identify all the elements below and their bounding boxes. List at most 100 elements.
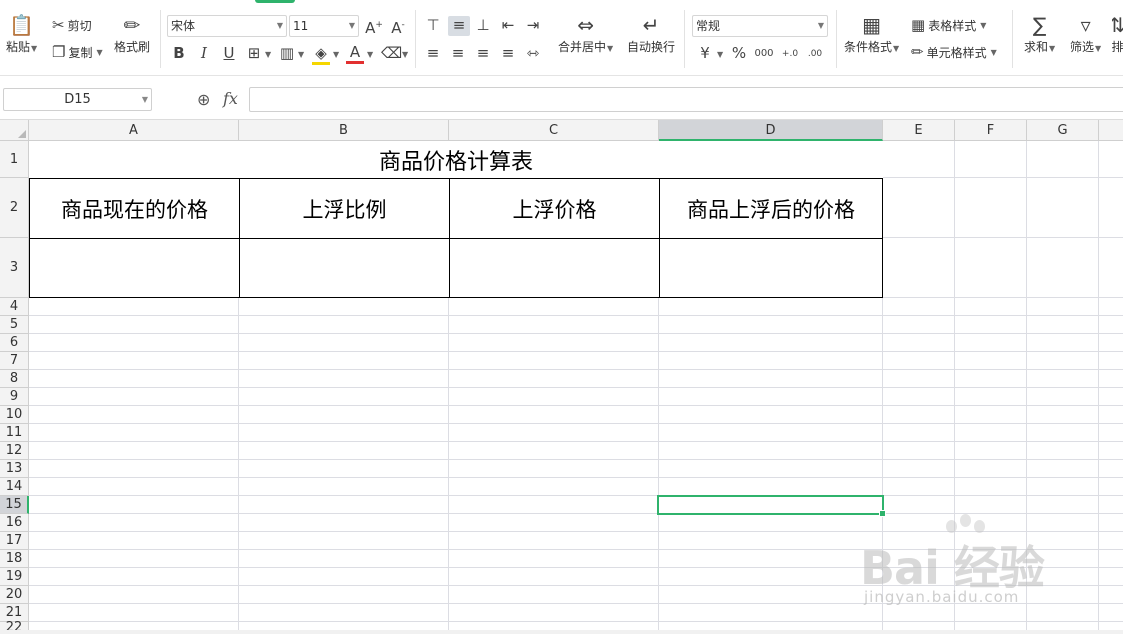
distribute-icon[interactable]: ⇿ bbox=[524, 44, 542, 62]
increase-font-icon[interactable]: A+ bbox=[365, 16, 383, 37]
chevron-down-icon[interactable]: ▼ bbox=[402, 50, 408, 59]
active-cell-d15[interactable] bbox=[657, 495, 886, 517]
header-cell-d2[interactable]: 商品上浮后的价格 bbox=[659, 178, 883, 239]
font-name-select[interactable]: 宋体 ▼ bbox=[167, 15, 287, 37]
font-color-icon[interactable]: A bbox=[346, 43, 364, 64]
fill-pattern-icon[interactable]: ▥ bbox=[278, 44, 296, 62]
column-header-g[interactable]: G bbox=[1027, 120, 1099, 141]
align-right-icon[interactable]: ≡ bbox=[474, 44, 492, 62]
number-format-select[interactable]: 常规 ▼ bbox=[692, 15, 828, 37]
fill-color-icon[interactable]: ◈ bbox=[312, 44, 330, 65]
column-header-d[interactable]: D bbox=[659, 120, 883, 141]
currency-button[interactable]: ¥ bbox=[696, 44, 714, 62]
increase-indent-icon[interactable]: ⇥ bbox=[524, 16, 542, 34]
merge-center-label: 合并居中 bbox=[558, 40, 607, 54]
decrease-font-icon[interactable]: A- bbox=[389, 16, 407, 37]
copy-button[interactable]: ❐ 复制 ▼ bbox=[52, 44, 103, 61]
row-header-16[interactable]: 16 bbox=[0, 514, 29, 532]
cut-button[interactable]: ✂ 剪切 bbox=[52, 17, 92, 34]
row-header-11[interactable]: 11 bbox=[0, 424, 29, 442]
chevron-down-icon[interactable]: ▼ bbox=[333, 50, 339, 59]
row-header-13[interactable]: 13 bbox=[0, 460, 29, 478]
row-header-7[interactable]: 7 bbox=[0, 352, 29, 370]
column-header-f[interactable]: F bbox=[955, 120, 1027, 141]
column-header-b[interactable]: B bbox=[239, 120, 449, 141]
column-header-e[interactable]: E bbox=[883, 120, 955, 141]
merge-center-button[interactable]: ⇔ 合并居中▼ bbox=[558, 12, 613, 55]
underline-button[interactable]: U bbox=[220, 44, 238, 62]
zoom-icon[interactable]: ⊕ bbox=[197, 90, 210, 109]
data-cell-a3[interactable] bbox=[29, 238, 240, 298]
sum-button[interactable]: ∑ 求和▼ bbox=[1024, 12, 1055, 55]
chevron-down-icon[interactable]: ▼ bbox=[717, 50, 723, 59]
data-cell-b3[interactable] bbox=[239, 238, 450, 298]
borders-icon[interactable]: ⊞ bbox=[245, 44, 263, 62]
row-gridline bbox=[29, 333, 1123, 334]
italic-button[interactable]: I bbox=[195, 44, 213, 62]
row-header-14[interactable]: 14 bbox=[0, 478, 29, 496]
row-gridline bbox=[29, 405, 1123, 406]
row-header-9[interactable]: 9 bbox=[0, 388, 29, 406]
sort-button[interactable]: ⇅ 排 bbox=[1112, 12, 1123, 55]
align-bottom-icon[interactable]: ⊥ bbox=[474, 16, 492, 34]
bold-button[interactable]: B bbox=[170, 44, 188, 62]
data-cell-d3[interactable] bbox=[659, 238, 883, 298]
eraser-icon[interactable]: ⌫ bbox=[381, 44, 402, 62]
align-center-icon[interactable]: ≡ bbox=[449, 44, 467, 62]
row-header-1[interactable]: 1 bbox=[0, 141, 29, 178]
copy-label: 复制 bbox=[68, 46, 93, 60]
align-middle-icon[interactable]: ≡ bbox=[448, 16, 470, 36]
row-header-6[interactable]: 6 bbox=[0, 334, 29, 352]
chevron-down-icon[interactable]: ▼ bbox=[298, 50, 304, 59]
brush-icon: ✏ bbox=[123, 13, 141, 37]
chevron-down-icon[interactable]: ▼ bbox=[367, 50, 373, 59]
row-header-12[interactable]: 12 bbox=[0, 442, 29, 460]
copy-icon: ❐ bbox=[52, 43, 66, 61]
column-header-h[interactable] bbox=[1099, 120, 1123, 141]
conditional-format-button[interactable]: ▦ 条件格式▼ bbox=[844, 12, 899, 55]
row-header-19[interactable]: 19 bbox=[0, 568, 29, 586]
select-all-corner[interactable] bbox=[0, 120, 29, 141]
wrap-text-button[interactable]: ↵ 自动换行 bbox=[627, 12, 675, 55]
format-painter-button[interactable]: ✏ 格式刷 bbox=[114, 12, 150, 55]
chevron-down-icon[interactable]: ▼ bbox=[142, 89, 148, 110]
formula-input[interactable] bbox=[249, 87, 1123, 112]
row-header-3[interactable]: 3 bbox=[0, 238, 29, 298]
cell-style-button[interactable]: ✏ 单元格样式 ▼ bbox=[911, 44, 997, 61]
column-header-c[interactable]: C bbox=[449, 120, 659, 141]
table-style-button[interactable]: ▦ 表格样式 ▼ bbox=[911, 17, 986, 34]
filter-button[interactable]: ▿ 筛选▼ bbox=[1070, 12, 1101, 55]
active-tab-indicator bbox=[255, 0, 295, 3]
thousands-separator-button[interactable]: 000 bbox=[752, 45, 776, 63]
column-header-a[interactable]: A bbox=[29, 120, 239, 141]
decrease-indent-icon[interactable]: ⇤ bbox=[499, 16, 517, 34]
row-gridline bbox=[29, 369, 1123, 370]
name-box[interactable]: D15 ▼ bbox=[3, 88, 152, 111]
paste-button[interactable]: 📋 粘贴▼ bbox=[6, 12, 37, 55]
row-header-20[interactable]: 20 bbox=[0, 586, 29, 604]
header-cell-b2[interactable]: 上浮比例 bbox=[239, 178, 450, 239]
increase-decimal-button[interactable]: +.0 bbox=[779, 45, 801, 63]
row-header-5[interactable]: 5 bbox=[0, 316, 29, 334]
chevron-down-icon[interactable]: ▼ bbox=[265, 50, 271, 59]
row-header-2[interactable]: 2 bbox=[0, 178, 29, 238]
align-top-icon[interactable]: ⊤ bbox=[424, 16, 442, 34]
percent-button[interactable]: % bbox=[730, 44, 748, 62]
spreadsheet-grid[interactable]: A B C D E F G 1 2 3 4 5 6 7 8 9 10 11 12 13 14 15 16 17 1… bbox=[0, 120, 1123, 634]
data-cell-c3[interactable] bbox=[449, 238, 660, 298]
horizontal-scrollbar[interactable] bbox=[0, 630, 1123, 634]
fx-icon[interactable]: fx bbox=[223, 89, 238, 108]
header-cell-a2[interactable]: 商品现在的价格 bbox=[29, 178, 240, 239]
row-header-18[interactable]: 18 bbox=[0, 550, 29, 568]
row-header-4[interactable]: 4 bbox=[0, 298, 29, 316]
justify-icon[interactable]: ≡ bbox=[499, 44, 517, 62]
row-header-8[interactable]: 8 bbox=[0, 370, 29, 388]
row-header-15[interactable]: 15 bbox=[0, 496, 29, 514]
row-header-17[interactable]: 17 bbox=[0, 532, 29, 550]
table-title[interactable]: 商品价格计算表 bbox=[29, 141, 883, 178]
align-left-icon[interactable]: ≡ bbox=[424, 44, 442, 62]
font-size-select[interactable]: 11 ▼ bbox=[289, 15, 359, 37]
row-header-10[interactable]: 10 bbox=[0, 406, 29, 424]
header-cell-c2[interactable]: 上浮价格 bbox=[449, 178, 660, 239]
decrease-decimal-button[interactable]: .00 bbox=[804, 45, 826, 63]
